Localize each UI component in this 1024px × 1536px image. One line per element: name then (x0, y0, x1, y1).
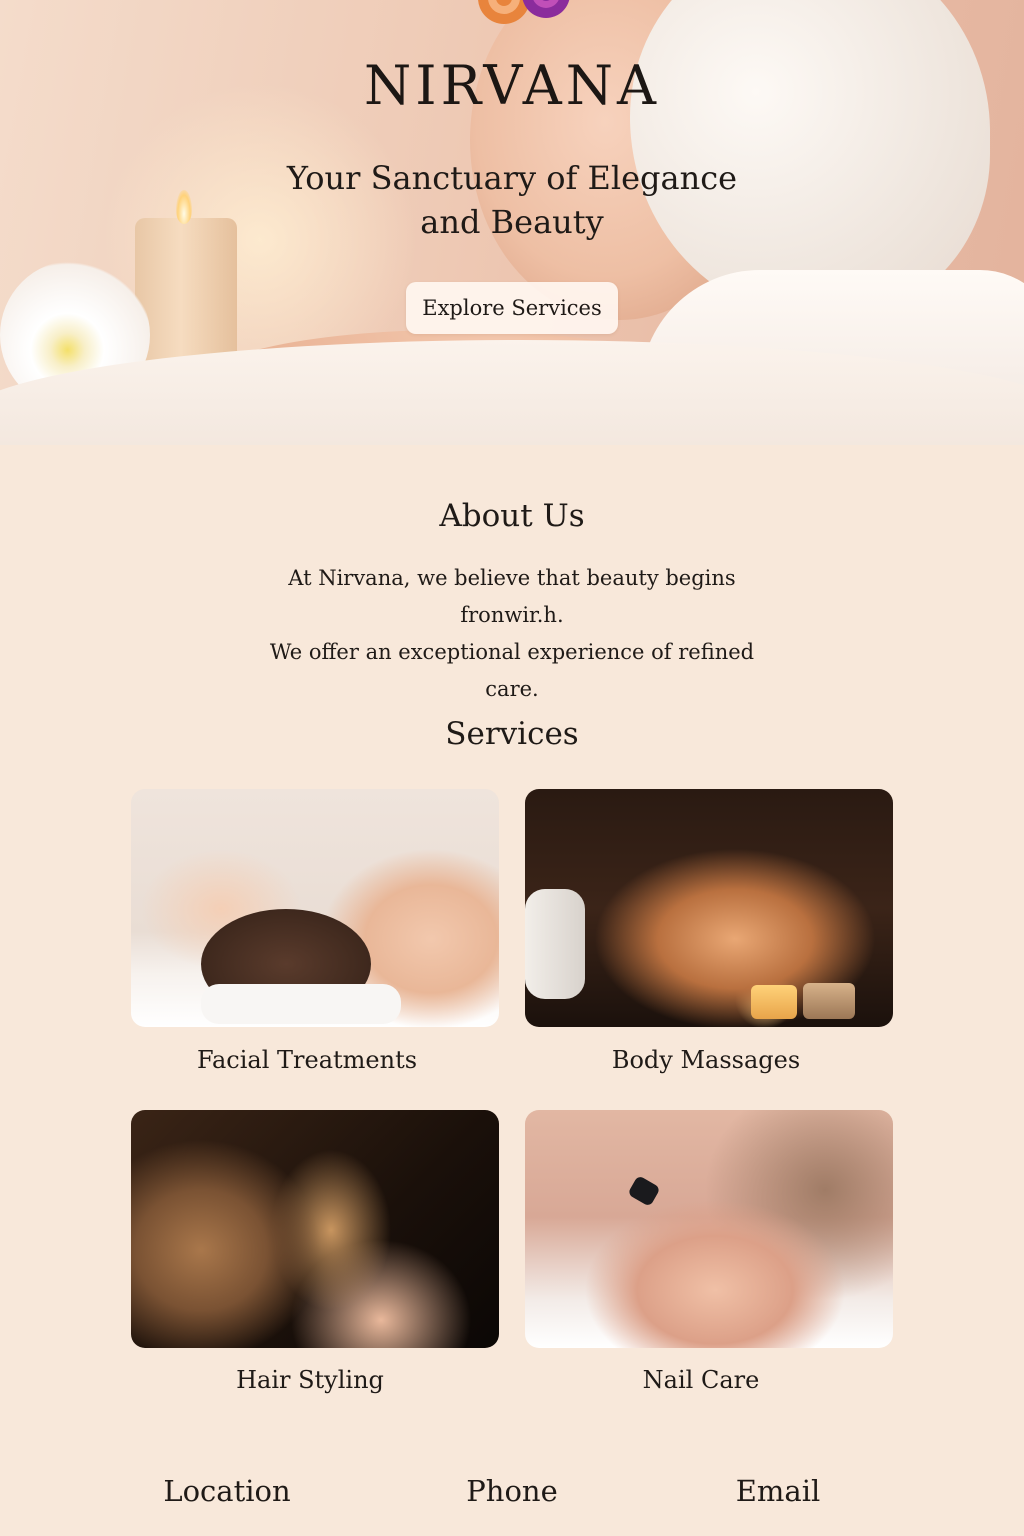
services-title: Services (445, 716, 579, 752)
brand-logo-icon (478, 0, 570, 24)
nail-care-image[interactable] (525, 1110, 893, 1348)
about-title: About Us (439, 498, 585, 534)
candle-flame (176, 190, 192, 224)
facial-treatments-image[interactable] (131, 789, 499, 1027)
body-massages-image[interactable] (525, 789, 893, 1027)
massage-towel-detail (525, 889, 585, 999)
explore-services-button[interactable]: Explore Services (406, 282, 618, 334)
hero-banner: NIRVANA Your Sanctuary of Elegance and B… (0, 0, 1024, 445)
facial-towel-detail (201, 984, 401, 1024)
hero-tagline-line-2: and Beauty (420, 203, 604, 241)
footer-phone-link[interactable]: Phone (452, 1474, 572, 1508)
massage-candle-1 (751, 985, 797, 1019)
about-text-line-3: care. (485, 677, 539, 701)
massage-candle-2 (803, 983, 855, 1019)
brand-title: NIRVANA (364, 54, 660, 117)
service-label-facial[interactable]: Facial Treatments (123, 1046, 491, 1074)
hair-styling-image[interactable] (131, 1110, 499, 1348)
service-label-nails[interactable]: Nail Care (517, 1366, 885, 1394)
hero-tagline: Your Sanctuary of Elegance and Beauty (262, 156, 762, 244)
nail-polish-bottle (627, 1174, 661, 1208)
about-text-line-1: At Nirvana, we believe that beauty begin… (288, 566, 736, 627)
footer-location-link[interactable]: Location (156, 1474, 298, 1508)
service-label-massage[interactable]: Body Massages (522, 1046, 890, 1074)
about-text: At Nirvana, we believe that beauty begin… (236, 560, 788, 708)
service-label-hair[interactable]: Hair Styling (126, 1366, 494, 1394)
footer-email-link[interactable]: Email (724, 1474, 832, 1508)
hero-tagline-line-1: Your Sanctuary of Elegance (286, 159, 738, 197)
about-text-line-2: We offer an exceptional experience of re… (269, 640, 755, 664)
